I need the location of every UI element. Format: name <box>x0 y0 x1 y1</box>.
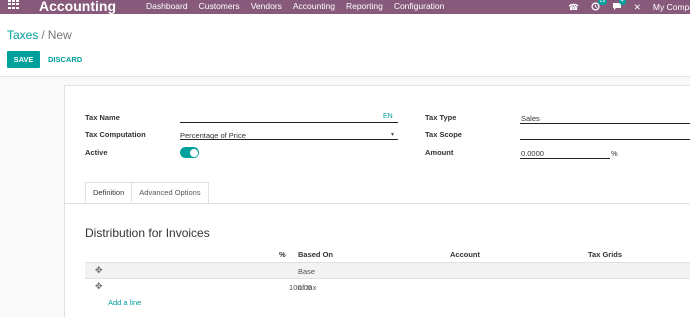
messages-icon[interactable]: 4 <box>612 0 626 13</box>
amount-label: Amount <box>425 148 454 157</box>
menu-vendors[interactable]: Vendors <box>251 1 282 11</box>
menu-accounting[interactable]: Accounting <box>293 1 335 11</box>
tax-name-lang-button[interactable]: EN <box>383 113 393 120</box>
messages-badge: 4 <box>618 0 626 5</box>
activity-icon[interactable]: 29 <box>591 0 608 13</box>
table-row[interactable]: ✥ 100.00 of tax <box>85 278 690 294</box>
tab-definition[interactable]: Definition <box>85 182 133 203</box>
menu-dashboard[interactable]: Dashboard <box>146 1 188 11</box>
form-sheet: Tax Name EN Tax Computation Percentage o… <box>64 85 690 317</box>
drag-handle-icon[interactable]: ✥ <box>95 265 103 276</box>
active-label: Active <box>85 148 108 157</box>
row-based-on: Base <box>298 267 316 276</box>
tab-advanced-options[interactable]: Advanced Options <box>132 182 209 203</box>
drag-handle-icon[interactable]: ✥ <box>95 281 103 292</box>
breadcrumb-taxes[interactable]: Taxes <box>7 28 38 42</box>
tax-type-select[interactable] <box>520 112 690 124</box>
section-title: Distribution for Invoices <box>85 226 210 240</box>
app-brand[interactable]: Accounting <box>39 0 116 14</box>
close-icon[interactable]: ✕ <box>634 2 641 13</box>
tax-scope-select[interactable] <box>520 128 690 140</box>
discard-button[interactable]: DISCARD <box>48 51 82 68</box>
activity-badge: 29 <box>597 0 608 5</box>
add-line-link[interactable]: Add a line <box>108 298 141 307</box>
chevron-down-icon: ▾ <box>391 132 395 138</box>
tax-name-input[interactable] <box>180 111 398 123</box>
phone-icon[interactable]: ☎ <box>568 2 579 13</box>
tax-scope-label: Tax Scope <box>425 130 462 139</box>
control-panel: Taxes / New SAVE DISCARD <box>0 14 690 77</box>
active-toggle[interactable] <box>180 147 199 158</box>
breadcrumb: Taxes / New <box>7 28 72 42</box>
menu-reporting[interactable]: Reporting <box>346 1 383 11</box>
apps-grid-icon[interactable] <box>8 0 20 9</box>
tax-computation-value: Percentage of Price <box>180 131 246 140</box>
breadcrumb-current: New <box>47 28 72 42</box>
tax-type-label: Tax Type <box>425 113 457 122</box>
col-header-account[interactable]: Account <box>450 250 480 259</box>
tax-type-value: Sales <box>521 114 540 123</box>
menu-configuration[interactable]: Configuration <box>394 1 445 11</box>
amount-unit: % <box>611 149 618 158</box>
breadcrumb-separator: / <box>41 28 45 42</box>
main-menu: Dashboard Customers Vendors Accounting R… <box>146 1 444 11</box>
company-switcher[interactable]: My Compa <box>653 2 690 12</box>
tabs-divider <box>65 203 690 204</box>
row-based-on: of tax <box>298 283 317 292</box>
col-header-based-on[interactable]: Based On <box>298 250 333 259</box>
col-header-percent[interactable]: % <box>279 250 286 259</box>
top-navbar: Accounting Dashboard Customers Vendors A… <box>0 0 690 14</box>
menu-customers[interactable]: Customers <box>199 1 240 11</box>
amount-value: 0.0000 <box>521 149 544 158</box>
systray: ☎ 29 4 ✕ My Compa <box>568 0 690 14</box>
tax-computation-label: Tax Computation <box>85 130 146 139</box>
notebook-tabs: Definition Advanced Options <box>85 182 209 203</box>
save-button[interactable]: SAVE <box>7 51 40 68</box>
col-header-tax-grids[interactable]: Tax Grids <box>588 250 622 259</box>
tax-name-label: Tax Name <box>85 113 120 122</box>
table-row[interactable]: ✥ Base <box>85 262 690 278</box>
